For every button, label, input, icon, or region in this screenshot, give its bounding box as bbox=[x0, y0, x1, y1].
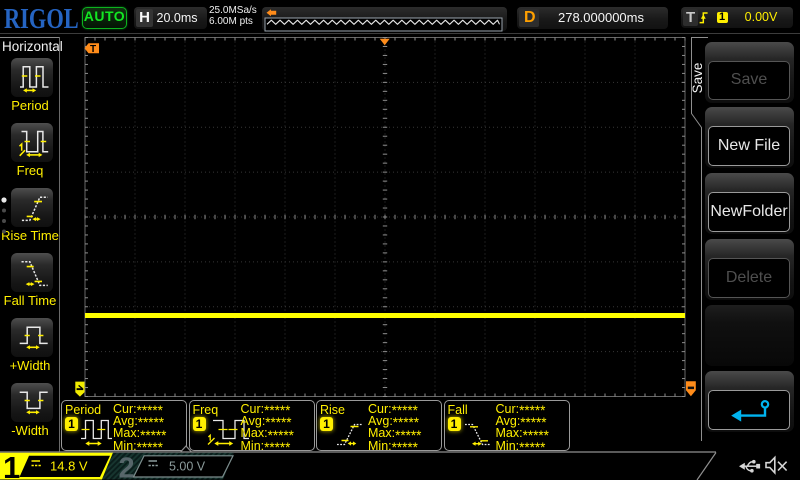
svg-text:2: 2 bbox=[119, 453, 135, 480]
svg-text:14.8 V: 14.8 V bbox=[50, 459, 88, 474]
svg-text:5.00 V: 5.00 V bbox=[169, 460, 206, 474]
svg-text:1: 1 bbox=[3, 450, 20, 480]
